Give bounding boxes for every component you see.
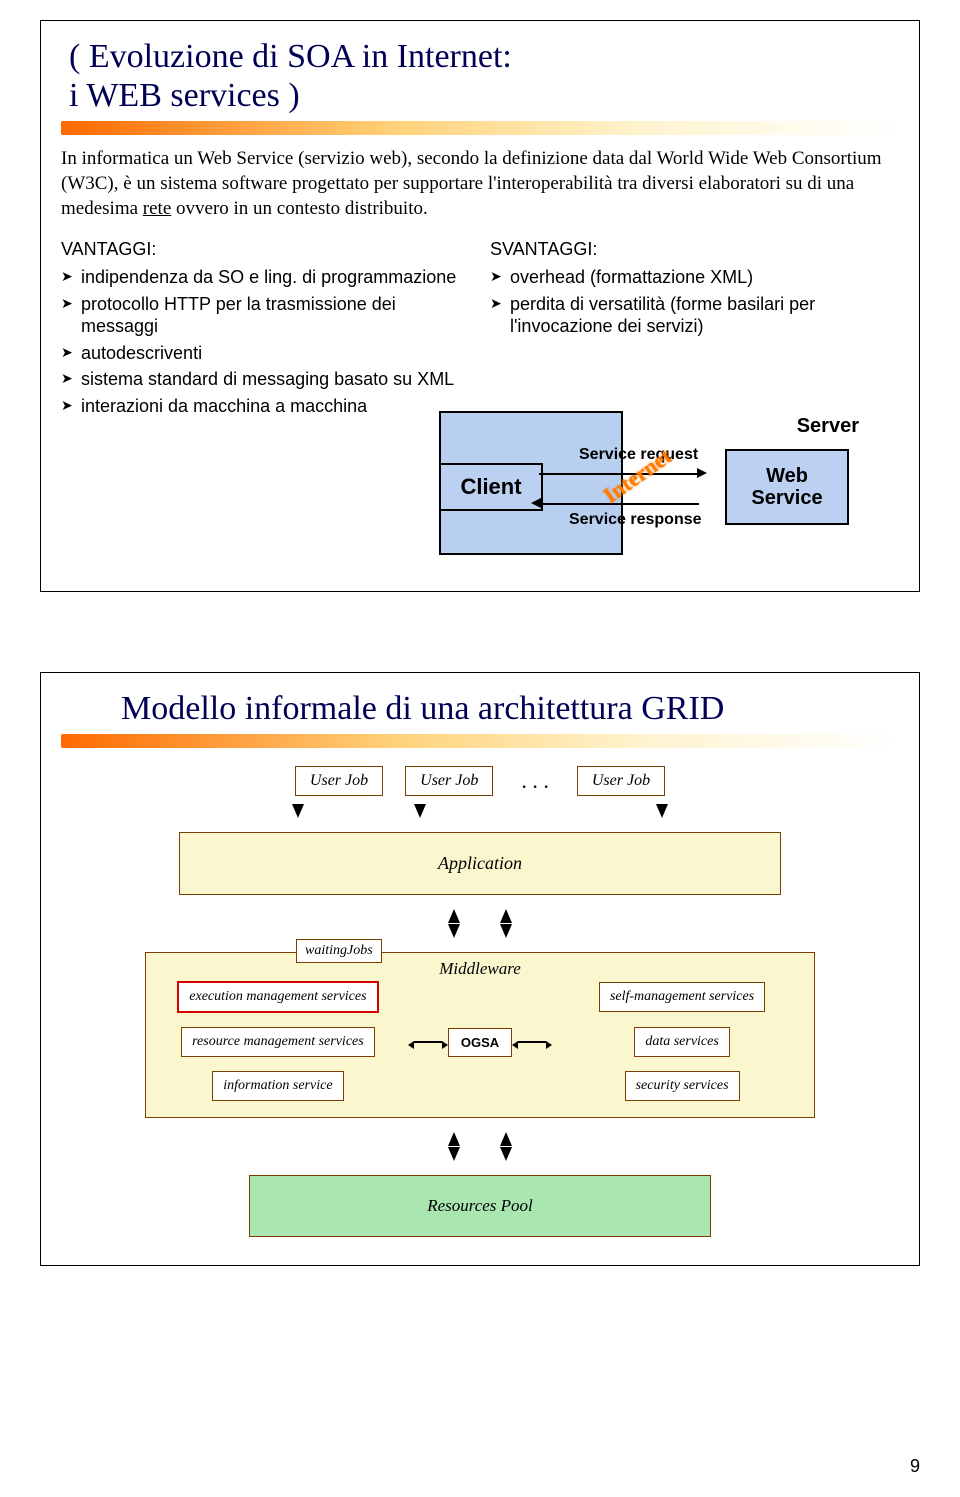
svantaggi-item: perdita di versatilità (forme basilari p…	[490, 293, 899, 338]
svantaggi-heading: SVANTAGGI:	[490, 239, 899, 260]
middleware-box: waitingJobs Middleware execution managem…	[145, 952, 815, 1118]
slide2-title: Modello informale di una architettura GR…	[121, 689, 899, 728]
app-middleware-arrows	[448, 909, 512, 938]
ogsa-box: OGSA	[448, 1028, 512, 1057]
up-arrow-icon	[448, 1132, 460, 1146]
intro-underline: rete	[143, 198, 171, 219]
vantaggi-item: indipendenza da SO e ling. di programmaz…	[61, 266, 470, 289]
title-rule	[61, 734, 899, 748]
vantaggi-heading: VANTAGGI:	[61, 239, 470, 260]
down-arrow-icon	[414, 804, 426, 818]
down-arrow-icon	[656, 804, 668, 818]
down-arrow-icon	[448, 1147, 460, 1161]
user-jobs-row: User Job User Job . . . User Job	[295, 766, 665, 796]
waiting-jobs-box: waitingJobs	[296, 939, 382, 963]
ellipsis: . . .	[515, 768, 555, 794]
title-rule	[61, 121, 899, 135]
intro-part-b: ovvero in un contesto distribuito.	[171, 198, 427, 219]
slide-1: ( Evoluzione di SOA in Internet: i WEB s…	[40, 20, 920, 592]
resources-pool-box: Resources Pool	[249, 1175, 711, 1237]
user-job-box: User Job	[295, 766, 383, 796]
svantaggi-column: SVANTAGGI: overhead (formattazione XML) …	[490, 235, 899, 421]
vantaggi-item: interazioni da macchina a macchina	[61, 395, 470, 418]
client-box: Client	[439, 463, 543, 511]
page-number: 9	[910, 1456, 920, 1477]
down-arrow-icon	[500, 1147, 512, 1161]
down-arrow-icon	[500, 924, 512, 938]
response-arrowhead	[531, 498, 541, 508]
double-arrow-icon	[414, 1041, 442, 1043]
up-arrow-icon	[500, 909, 512, 923]
security-services-box: security services	[625, 1071, 740, 1101]
grid-architecture-diagram: User Job User Job . . . User Job Applica…	[61, 760, 899, 1247]
slide1-intro: In informatica un Web Service (servizio …	[61, 147, 899, 221]
self-management-services-box: self-management services	[599, 982, 765, 1012]
request-arrowhead	[697, 468, 707, 478]
service-response-label: Service response	[569, 511, 702, 529]
information-service-box: information service	[212, 1071, 343, 1101]
vantaggi-list: indipendenza da SO e ling. di programmaz…	[61, 266, 470, 417]
slide1-title: ( Evoluzione di SOA in Internet: i WEB s…	[69, 37, 899, 115]
server-label: Server	[797, 415, 859, 438]
web-service-box: Web Service	[725, 449, 849, 525]
data-services-box: data services	[634, 1027, 729, 1057]
up-arrow-icon	[448, 909, 460, 923]
middleware-label: Middleware	[439, 959, 521, 979]
jobs-arrows	[292, 804, 668, 818]
vantaggi-item: protocollo HTTP per la trasmissione dei …	[61, 293, 470, 338]
svantaggi-list: overhead (formattazione XML) perdita di …	[490, 266, 899, 338]
application-box: Application	[179, 832, 781, 895]
double-arrow-icon	[518, 1041, 546, 1043]
execution-services-box: execution management services	[177, 981, 378, 1013]
user-job-box: User Job	[405, 766, 493, 796]
svantaggi-item: overhead (formattazione XML)	[490, 266, 899, 289]
resource-management-services-box: resource management services	[181, 1027, 375, 1057]
client-server-diagram: Client Server Web Service Service reques…	[439, 411, 879, 561]
user-job-box: User Job	[577, 766, 665, 796]
vantaggi-item: sistema standard di messaging basato su …	[61, 368, 470, 391]
vantaggi-column: VANTAGGI: indipendenza da SO e ling. di …	[61, 235, 470, 421]
down-arrow-icon	[448, 924, 460, 938]
vantaggi-item: autodescriventi	[61, 342, 470, 365]
up-arrow-icon	[500, 1132, 512, 1146]
middleware-resources-arrows	[448, 1132, 512, 1161]
slide-2: Modello informale di una architettura GR…	[40, 672, 920, 1266]
down-arrow-icon	[292, 804, 304, 818]
